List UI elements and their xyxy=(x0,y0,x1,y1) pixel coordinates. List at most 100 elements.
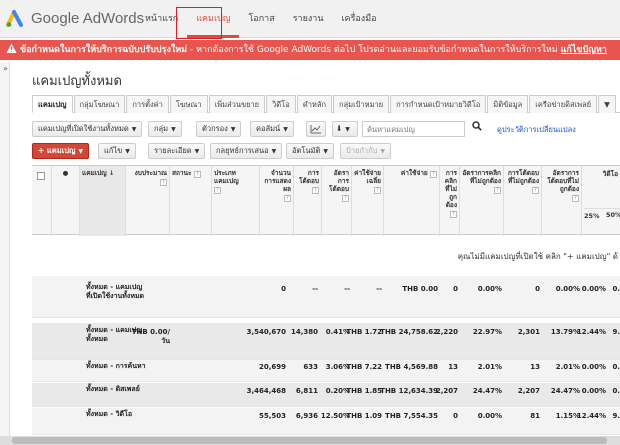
chart-toggle-button[interactable] xyxy=(306,121,326,137)
header-invalid-interactions[interactable]: การโต้ตอบที่ไม่ถูกต้อง? xyxy=(504,166,542,236)
header-budget[interactable]: งบประมาณ? xyxy=(126,166,170,236)
expand-sidebar-icon[interactable]: » xyxy=(1,63,10,74)
automate-dropdown[interactable]: อัตโนมัติ ▼ xyxy=(286,143,334,159)
row-invalid-rate: 0.00% xyxy=(477,412,502,420)
row-budget: THB 0.00/วัน xyxy=(131,328,170,345)
tab-display-network[interactable]: เครือข่ายดิสเพลย์ xyxy=(529,95,598,113)
help-icon[interactable]: ? xyxy=(532,187,539,194)
help-icon[interactable]: ? xyxy=(312,187,319,194)
header-avg-cost[interactable]: ค่าใช้จ่ายเฉลี่ย? xyxy=(352,166,384,236)
row-invalid-interactions: 13 xyxy=(530,363,540,371)
row-interaction-rate: -- xyxy=(344,285,350,293)
header-campaign-type[interactable]: ประเภทแคมเปญ? xyxy=(212,166,260,236)
columns-label: คอลัมน์ xyxy=(256,124,281,133)
search-button[interactable] xyxy=(470,121,484,137)
header-budget-label: งบประมาณ xyxy=(134,169,167,177)
adwords-logo[interactable]: Google AdWords xyxy=(6,9,144,27)
chevron-down-icon: ▼ xyxy=(78,148,84,155)
automate-label: อัตโนมัติ xyxy=(292,146,321,155)
header-impressions[interactable]: จำนวนการแสดงผล? xyxy=(260,166,294,236)
nav-opportunities[interactable]: โอกาส xyxy=(239,0,283,38)
fix-issue-link[interactable]: แก้ไขปัญหา xyxy=(561,45,607,55)
header-impressions-label: จำนวนการแสดงผล xyxy=(264,169,291,193)
help-icon[interactable]: ? xyxy=(450,211,457,218)
labels-dropdown[interactable]: ป้ายกำกับ ▼ xyxy=(340,143,392,159)
bid-strategy-dropdown[interactable]: กลยุทธ์การเสนอ ▼ xyxy=(210,143,283,159)
help-icon[interactable]: ? xyxy=(374,187,381,194)
download-button[interactable]: ⬇ ▼ xyxy=(332,121,358,137)
chevron-down-icon: ▼ xyxy=(230,126,236,133)
warning-icon xyxy=(6,43,17,53)
header-avg-cost-label: ค่าใช้จ่ายเฉลี่ย xyxy=(354,169,381,185)
help-icon[interactable]: ? xyxy=(430,171,437,178)
help-icon[interactable]: ? xyxy=(214,187,221,194)
brand-name: Google AdWords xyxy=(31,9,145,27)
page-title: แคมเปญทั้งหมด xyxy=(32,74,122,89)
header-invalid-click-rate[interactable]: อัตราการคลิกที่ไม่ถูกต้อง? xyxy=(460,166,504,236)
campaign-filter-label: แคมเปญที่เปิดใช้งานทั้งหมด xyxy=(38,124,129,133)
row-invalid-rate: 2.01% xyxy=(477,363,502,371)
nav-tools[interactable]: เครื่องมือ xyxy=(332,0,385,38)
help-icon[interactable]: ? xyxy=(193,171,201,178)
header-interaction-rate[interactable]: อัตราการโต้ตอบ? xyxy=(322,166,352,236)
tab-videos[interactable]: วิดีโอ xyxy=(266,95,296,113)
header-campaign-type-label: ประเภทแคมเปญ xyxy=(214,169,239,185)
help-icon[interactable]: ? xyxy=(572,195,579,202)
row-video-50: 0. xyxy=(612,387,620,395)
change-history-link[interactable]: ดูประวัติการเปลี่ยนแปลง xyxy=(497,124,576,136)
table-row: ทั้งหมด - แคมเปญทั้งหมด THB 0.00/วัน 3,5… xyxy=(32,323,620,360)
header-interactions[interactable]: การโต้ตอบ? xyxy=(294,166,322,236)
tab-settings[interactable]: การตั้งค่า xyxy=(126,95,169,113)
edit-dropdown[interactable]: แก้ไข ▼ xyxy=(98,143,136,159)
help-icon[interactable]: ? xyxy=(342,195,349,202)
header-invalid-clicks[interactable]: การคลิกที่ไม่ถูกต้อง? xyxy=(440,166,460,236)
select-all-checkbox[interactable] xyxy=(32,166,52,236)
details-label: รายละเอียด xyxy=(154,146,192,155)
row-invalid-clicks: 2,207 xyxy=(435,387,458,395)
tab-ads[interactable]: โฆษณา xyxy=(169,95,208,113)
campaign-filter-dropdown[interactable]: แคมเปญที่เปิดใช้งานทั้งหมด ▼ xyxy=(32,121,143,137)
header-cost[interactable]: ค่าใช้จ่าย ? xyxy=(384,166,440,236)
help-icon[interactable]: ? xyxy=(284,195,291,202)
row-invalid-interaction-rate: 13.79% xyxy=(550,328,580,336)
edit-label: แก้ไข xyxy=(104,146,123,155)
segment-label: กลุ่ม xyxy=(154,124,169,133)
columns-dropdown[interactable]: คอลัมน์ ▼ xyxy=(250,121,294,137)
row-invalid-interactions: 2,207 xyxy=(517,387,540,395)
row-label: ทั้งหมด - ดิสเพลย์ xyxy=(86,385,140,393)
tab-campaigns[interactable]: แคมเปญ xyxy=(32,95,73,113)
checkbox-icon xyxy=(37,172,45,180)
tab-keywords[interactable]: คำหลัก xyxy=(296,95,333,113)
help-icon[interactable]: ? xyxy=(494,187,501,194)
sort-down-icon: ↓ xyxy=(108,169,115,177)
tab-ad-extensions[interactable]: เพิ่มส่วนขยาย xyxy=(208,95,266,113)
tab-audiences[interactable]: กลุ่มเป้าหมาย xyxy=(333,95,390,113)
row-video-25: 0.00% xyxy=(581,387,606,395)
header-campaign[interactable]: แคมเปญ ↓ xyxy=(80,166,126,236)
row-avg-cost: THB 1.72 xyxy=(346,328,382,336)
tabs-more-dropdown[interactable]: ▼ xyxy=(598,95,616,113)
chevron-down-icon: ▼ xyxy=(380,148,386,155)
header-campaign-label: แคมเปญ xyxy=(82,169,107,177)
row-video-50: 9. xyxy=(612,412,620,420)
tab-video-targeting[interactable]: การกำหนดเป้าหมายวิดีโอ xyxy=(390,95,487,113)
details-dropdown[interactable]: รายละเอียด ▼ xyxy=(148,143,206,159)
horizontal-scrollbar-thumb[interactable] xyxy=(12,437,607,444)
tab-dimensions[interactable]: มิติข้อมูล xyxy=(487,95,529,113)
row-impressions: 3,540,670 xyxy=(246,328,286,336)
filter-dropdown[interactable]: ตัวกรอง ▼ xyxy=(196,121,242,137)
add-campaign-button[interactable]: + แคมเปญ ▼ xyxy=(32,143,90,159)
campaign-search-input[interactable] xyxy=(362,121,465,137)
tab-ad-groups[interactable]: กลุ่มโฆษณา xyxy=(73,95,126,113)
row-video-25: 12.44% xyxy=(576,412,606,420)
nav-reports[interactable]: รายงาน xyxy=(284,0,333,38)
help-icon[interactable]: ? xyxy=(160,179,167,186)
header-invalid-interaction-rate-label: อัตราการโต้ตอบที่ไม่ถูกต้อง xyxy=(547,169,579,193)
header-invalid-interaction-rate[interactable]: อัตราการโต้ตอบที่ไม่ถูกต้อง? xyxy=(542,166,582,236)
alert-text: - หากต้องการใช้ Google AdWords ต่อไป โปร… xyxy=(187,45,561,55)
plus-icon: + xyxy=(38,146,47,155)
segment-dropdown[interactable]: กลุ่ม ▼ xyxy=(148,121,182,137)
header-status[interactable]: สถานะ ? xyxy=(170,166,212,236)
header-video[interactable]: วิดีโอ 25% 50% xyxy=(582,166,620,236)
terms-alert-banner: ข้อกำหนดในการให้บริการฉบับปรับปรุงใหม่ -… xyxy=(0,40,620,60)
